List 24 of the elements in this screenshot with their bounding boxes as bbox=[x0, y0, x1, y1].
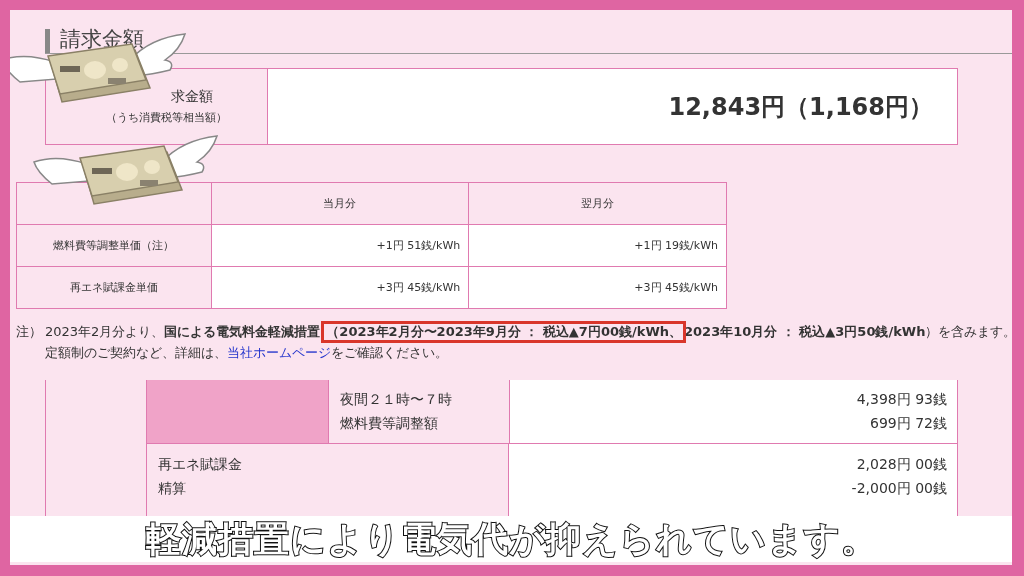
note-mark: 注） bbox=[16, 323, 43, 341]
column-header: 翌月分 bbox=[468, 182, 727, 225]
charge-label: 夜間２１時〜７時 bbox=[340, 390, 453, 409]
row-header: 再エネ賦課金単価 bbox=[16, 266, 211, 309]
charge-amount: 2,028円 00銭 bbox=[856, 456, 947, 474]
charge-label: 燃料費等調整額 bbox=[340, 414, 439, 433]
charge-label: 精算 bbox=[158, 480, 187, 498]
bill-sublabel: （うち消費税等相当額） bbox=[106, 110, 227, 125]
column-header: 当月分 bbox=[211, 182, 469, 225]
subtitle-caption: 軽減措置により電気代が抑えられています。 bbox=[145, 517, 877, 561]
charge-label: 再エネ賦課金 bbox=[158, 456, 243, 474]
table-cell: +1円 19銭/kWh bbox=[468, 224, 727, 267]
table-cell: +3円 45銭/kWh bbox=[211, 266, 469, 309]
bill-amount: 12,843円（1,168円） bbox=[668, 91, 933, 123]
table-cell: +1円 51銭/kWh bbox=[211, 224, 469, 267]
charge-amount: 699円 72銭 bbox=[870, 414, 947, 433]
note-text: 2023年2月分より、国による電気料金軽減措置 （2023年2月分〜2023年9月分 ： 税込▲7円00銭/kWh、2023年10月分 ： 税込▲3円50銭/kWh）を含みます。 bbox=[45, 321, 1012, 342]
table-cell: +3円 45銭/kWh bbox=[468, 266, 727, 309]
charge-amount: -2,000円 00銭 bbox=[851, 480, 947, 498]
homepage-link[interactable]: 当社ホームページ bbox=[227, 345, 331, 360]
bill-label: 求金額 bbox=[169, 88, 213, 106]
charge-amount: 4,398円 93銭 bbox=[856, 390, 947, 409]
row-header: 燃料費等調整単価（注） bbox=[16, 224, 211, 267]
note-text: 定額制のご契約など、詳細は、当社ホームページをご確認ください。 bbox=[45, 344, 449, 362]
